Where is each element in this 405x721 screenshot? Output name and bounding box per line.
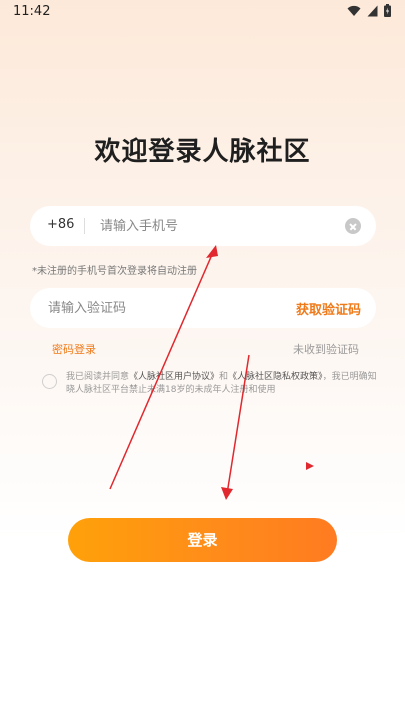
- phone-hint: *未注册的手机号首次登录将自动注册: [32, 266, 197, 277]
- status-bar: 11:42: [0, 0, 405, 24]
- signal-icon: [367, 5, 378, 16]
- status-time: 11:42: [13, 4, 51, 19]
- agreement-and: 和: [219, 372, 229, 382]
- login-button[interactable]: 登录: [68, 518, 337, 562]
- annotation-arrowhead-up: [206, 245, 218, 258]
- agreement-text: 我已阅读并同意《人脉社区用户协议》和《人脉社区隐私权政策》，我已明确知晓人脉社区…: [66, 371, 378, 397]
- phone-field: +86: [30, 206, 376, 246]
- wifi-icon: [347, 5, 361, 16]
- page-title: 欢迎登录人脉社区: [94, 137, 311, 167]
- annotation-arrowhead-small: [306, 462, 314, 470]
- divider: [84, 218, 85, 234]
- annotation-arrow-up: [109, 249, 215, 490]
- verification-code-input[interactable]: [48, 296, 268, 320]
- no-code-link[interactable]: 未收到验证码: [293, 341, 359, 357]
- battery-icon: [384, 4, 391, 17]
- get-code-button[interactable]: 获取验证码: [296, 299, 361, 318]
- password-login-link[interactable]: 密码登录: [52, 341, 96, 357]
- user-agreement-link[interactable]: 《人脉社区用户协议》: [129, 372, 219, 382]
- country-code[interactable]: +86: [47, 217, 74, 232]
- clear-icon[interactable]: [345, 218, 361, 234]
- annotation-overlay: [109, 245, 314, 500]
- verification-code-field: 获取验证码: [30, 288, 376, 328]
- agreement-prefix: 我已阅读并同意: [66, 372, 130, 382]
- status-icons: [347, 4, 391, 17]
- annotation-arrowhead-down: [221, 487, 233, 500]
- phone-input[interactable]: [100, 214, 330, 238]
- privacy-policy-link[interactable]: 《人脉社区隐私权政策》: [228, 372, 323, 382]
- agreement-checkbox[interactable]: [42, 374, 57, 389]
